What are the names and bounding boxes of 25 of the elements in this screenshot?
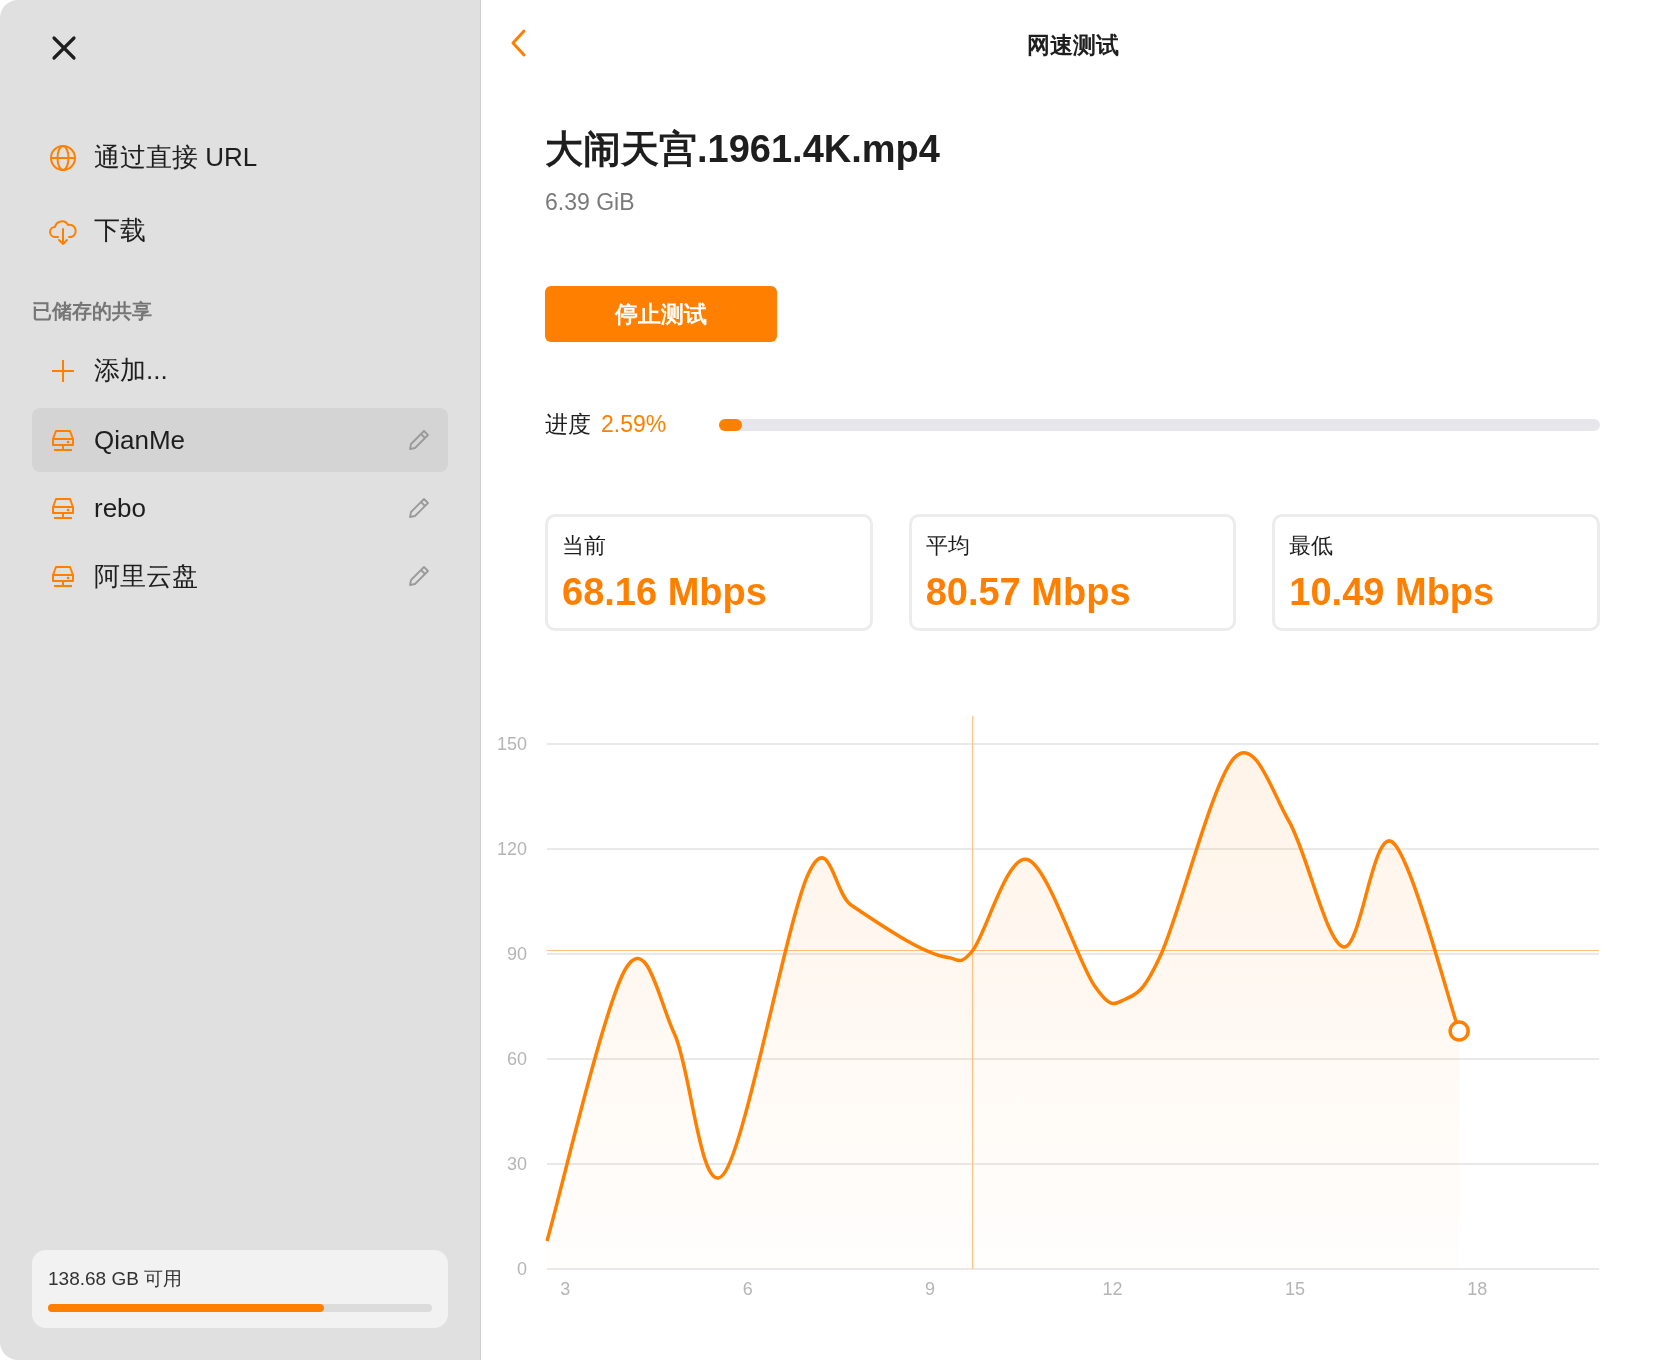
y-axis-label: 30 (506, 1154, 527, 1174)
storage-label: 138.68 GB 可用 (48, 1267, 184, 1291)
progress-label: 进度 (545, 410, 591, 439)
x-axis-label: 6 (742, 1279, 753, 1299)
x-axis-label: 9 (925, 1279, 936, 1299)
y-axis-label: 0 (517, 1259, 527, 1279)
file-name: 大闹天宫.1961.4K.mp4 (545, 127, 941, 172)
x-axis-label: 15 (1284, 1279, 1305, 1299)
stat-value: 68.16 Mbps (562, 571, 768, 614)
x-axis-label: 3 (560, 1279, 571, 1299)
y-axis-label: 120 (496, 839, 527, 859)
y-axis-label: 150 (496, 734, 527, 754)
x-axis-label: 18 (1467, 1279, 1488, 1299)
stat-value: 80.57 Mbps (925, 571, 1132, 614)
y-axis-label: 90 (506, 944, 527, 964)
section-title: 已储存的共享 (32, 299, 153, 324)
y-axis-label: 60 (506, 1049, 527, 1069)
stat-value: 10.49 Mbps (1289, 571, 1496, 614)
progress-value: 2.59% (601, 411, 668, 438)
x-axis-label: 12 (1102, 1279, 1123, 1299)
stat-label: 最低 (1289, 532, 1335, 560)
stat-label: 当前 (562, 532, 607, 560)
page-title: 网速测试 (1026, 30, 1119, 60)
file-size: 6.39 GiB (545, 189, 636, 216)
stat-label: 平均 (925, 532, 971, 560)
